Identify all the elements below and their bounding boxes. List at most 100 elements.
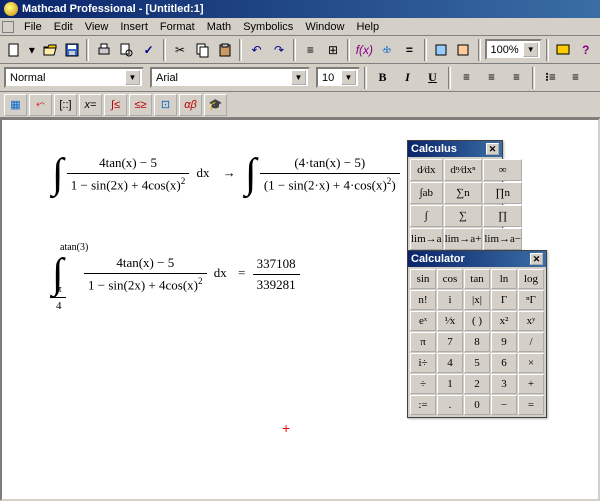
calculator-key[interactable]: log xyxy=(518,269,544,289)
calculator-palette[interactable]: Calculator ✕ sincostanlnlog n!i|x|ΓⁿΓ eˣ¹⁄… xyxy=(407,250,547,418)
worksheet-area[interactable]: ∫ 4tan(x) − 5 1 − sin(2x) + 4cos(x)2 dx … xyxy=(0,118,600,501)
copy-button[interactable] xyxy=(192,39,213,61)
redo-button[interactable]: ↷ xyxy=(269,39,290,61)
calculator-key[interactable]: + xyxy=(518,374,544,394)
calculator-key[interactable]: ( ) xyxy=(464,311,490,331)
calculator-key[interactable]: i xyxy=(437,290,463,310)
calculator-key[interactable]: ¹⁄x xyxy=(437,311,463,331)
calculus-cell[interactable]: ∫ xyxy=(410,205,443,227)
calculator-key[interactable]: xʸ xyxy=(518,311,544,331)
numbering-button[interactable]: ≡ xyxy=(564,67,587,89)
calculator-key[interactable]: × xyxy=(518,353,544,373)
calculator-key[interactable]: 5 xyxy=(464,353,490,373)
align-regions2-button[interactable]: ⊞ xyxy=(323,39,344,61)
menu-insert[interactable]: Insert xyxy=(114,20,154,34)
calculus-cell[interactable]: lim→a xyxy=(410,228,443,250)
print-button[interactable] xyxy=(93,39,114,61)
undo-button[interactable]: ↶ xyxy=(246,39,267,61)
calculus-cell[interactable]: ∑n xyxy=(444,182,483,204)
bold-button[interactable]: B xyxy=(371,67,394,89)
menu-view[interactable]: View xyxy=(79,20,115,34)
graph-palette-button[interactable]: ⬿ xyxy=(29,94,52,116)
help-button[interactable]: ? xyxy=(576,39,597,61)
calculator-key[interactable]: 2 xyxy=(464,374,490,394)
align-right-button[interactable]: ≡ xyxy=(505,67,528,89)
calculator-key[interactable]: := xyxy=(410,395,436,415)
menu-format[interactable]: Format xyxy=(154,20,201,34)
style-combo[interactable]: Normal▼ xyxy=(4,67,144,88)
calculator-key[interactable]: i÷ xyxy=(410,353,436,373)
calculus-cell[interactable]: ∏n xyxy=(483,182,522,204)
calculator-key[interactable]: − xyxy=(491,395,517,415)
new-dropdown[interactable]: ▾ xyxy=(27,39,38,61)
align-regions-button[interactable]: ≡ xyxy=(300,39,321,61)
calculator-key[interactable]: |x| xyxy=(464,290,490,310)
calculator-key[interactable]: / xyxy=(518,332,544,352)
palette-titlebar[interactable]: Calculator ✕ xyxy=(408,251,546,267)
zoom-combo[interactable]: 100%▼ xyxy=(485,39,543,60)
component-button[interactable] xyxy=(431,39,452,61)
calculus-palette[interactable]: Calculus ✕ d⁄dxdⁿ⁄dxⁿ∞∫ab∑n∏n∫∑∏lim→alim… xyxy=(407,140,503,253)
open-button[interactable] xyxy=(39,39,60,61)
math-region-1[interactable]: ∫ 4tan(x) − 5 1 − sin(2x) + 4cos(x)2 dx … xyxy=(52,150,420,198)
calculate-button[interactable]: = xyxy=(399,39,420,61)
calculus-cell[interactable]: dⁿ⁄dxⁿ xyxy=(444,159,483,181)
calculator-key[interactable]: eˣ xyxy=(410,311,436,331)
calculus-cell[interactable]: ∑ xyxy=(444,205,483,227)
palette-titlebar[interactable]: Calculus ✕ xyxy=(408,141,502,157)
calculator-key[interactable]: 4 xyxy=(437,353,463,373)
calculator-key[interactable]: 7 xyxy=(437,332,463,352)
calculator-key[interactable]: 6 xyxy=(491,353,517,373)
evaluation-palette-button[interactable]: x= xyxy=(79,94,102,116)
calculus-cell[interactable]: d⁄dx xyxy=(410,159,443,181)
greek-palette-button[interactable]: αβ xyxy=(179,94,202,116)
menu-help[interactable]: Help xyxy=(350,20,385,34)
programming-palette-button[interactable]: ⊡ xyxy=(154,94,177,116)
calculator-key[interactable]: n! xyxy=(410,290,436,310)
close-icon[interactable]: ✕ xyxy=(530,253,543,265)
symbolic-palette-button[interactable]: 🎓 xyxy=(204,94,227,116)
align-center-button[interactable]: ≡ xyxy=(480,67,503,89)
font-combo[interactable]: Arial▼ xyxy=(150,67,310,88)
insert-function-button[interactable]: f(x) xyxy=(354,39,375,61)
print-preview-button[interactable] xyxy=(116,39,137,61)
calculator-key[interactable]: x² xyxy=(491,311,517,331)
calculus-palette-button[interactable]: ∫≤ xyxy=(104,94,127,116)
new-button[interactable] xyxy=(4,39,25,61)
component2-button[interactable] xyxy=(453,39,474,61)
menu-file[interactable]: File xyxy=(18,20,48,34)
insert-unit-button[interactable]: 🕁 xyxy=(377,39,398,61)
calculator-key[interactable]: 8 xyxy=(464,332,490,352)
menu-symbolics[interactable]: Symbolics xyxy=(237,20,299,34)
calculator-key[interactable]: sin xyxy=(410,269,436,289)
resource-center-button[interactable] xyxy=(553,39,574,61)
italic-button[interactable]: I xyxy=(396,67,419,89)
calculus-cell[interactable]: lim→a− xyxy=(483,228,522,250)
calculator-key[interactable]: ⁿΓ xyxy=(518,290,544,310)
bullets-button[interactable]: ⁝≡ xyxy=(539,67,562,89)
save-button[interactable] xyxy=(62,39,83,61)
menu-math[interactable]: Math xyxy=(201,20,237,34)
calculus-cell[interactable]: ∏ xyxy=(483,205,522,227)
paste-button[interactable] xyxy=(215,39,236,61)
calculator-key[interactable]: Γ xyxy=(491,290,517,310)
calculus-cell[interactable]: ∫ab xyxy=(410,182,443,204)
calculator-key[interactable]: tan xyxy=(464,269,490,289)
menu-edit[interactable]: Edit xyxy=(48,20,79,34)
matrix-palette-button[interactable]: [::] xyxy=(54,94,77,116)
calculator-key[interactable]: . xyxy=(437,395,463,415)
underline-button[interactable]: U xyxy=(421,67,444,89)
calculus-cell[interactable]: lim→a+ xyxy=(444,228,483,250)
calculator-key[interactable]: ln xyxy=(491,269,517,289)
calculator-key[interactable]: = xyxy=(518,395,544,415)
size-combo[interactable]: 10▼ xyxy=(316,67,360,88)
cut-button[interactable]: ✂ xyxy=(170,39,191,61)
math-region-2[interactable]: atan(3) ∫ π 4 4tan(x) − 5 1 − sin(2x) + … xyxy=(52,250,300,298)
calculus-cell[interactable]: ∞ xyxy=(483,159,522,181)
menu-window[interactable]: Window xyxy=(299,20,350,34)
calculator-key[interactable]: 1 xyxy=(437,374,463,394)
calculator-key[interactable]: cos xyxy=(437,269,463,289)
calculator-key[interactable]: 9 xyxy=(491,332,517,352)
calculator-key[interactable]: ÷ xyxy=(410,374,436,394)
boolean-palette-button[interactable]: ≤≥ xyxy=(129,94,152,116)
